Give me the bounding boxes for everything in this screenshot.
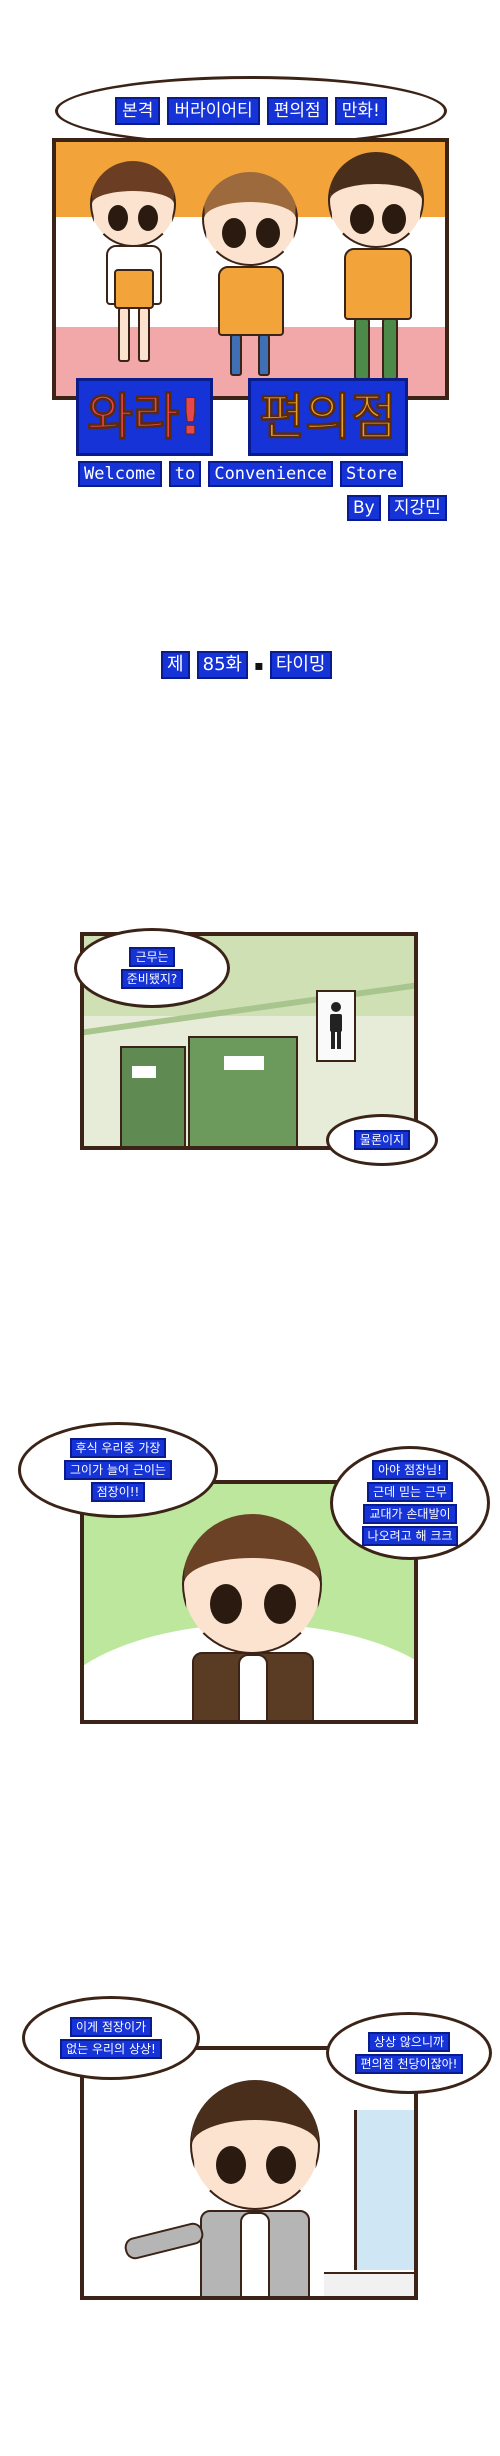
character-head xyxy=(190,2080,320,2210)
tagline-bubble: 본격 버라이어티 편의점 만화! xyxy=(55,76,447,146)
panel-1-bubble-1: 근무는 준비됐지? xyxy=(74,928,230,1008)
panel-3-bubble-left: 이게 점장이가 없는 우리의 상상! xyxy=(22,1996,200,2080)
eye xyxy=(266,2146,296,2184)
eye xyxy=(216,2146,246,2184)
door xyxy=(120,1046,186,1146)
episode-name: 타이밍 xyxy=(269,651,332,679)
dialogue-line: 준비됐지? xyxy=(120,969,184,989)
dialogue-line: 교대가 손대발이 xyxy=(363,1504,457,1524)
shirt xyxy=(240,2212,270,2296)
cover-illustration xyxy=(52,138,449,400)
dialogue-line: 그이가 늘어 근이는 xyxy=(64,1460,172,1480)
door xyxy=(188,1036,298,1146)
character-boy xyxy=(318,152,438,396)
tagline-word: 본격 xyxy=(115,97,161,125)
dialogue-line: 아야 점장님! xyxy=(372,1460,448,1480)
subtitle-word: Welcome xyxy=(78,461,162,487)
tagline-word: 만화! xyxy=(334,97,387,125)
subtitle-word: Store xyxy=(340,461,404,487)
leg xyxy=(258,334,270,376)
character-body xyxy=(218,266,284,336)
leg xyxy=(118,307,130,362)
byline: By 지강민 xyxy=(346,494,448,522)
dialogue-line: 상상 않으니까 xyxy=(367,2032,451,2052)
dialogue-line: 없는 우리의 상상! xyxy=(60,2039,162,2059)
subtitle-word: to xyxy=(168,461,202,487)
dialogue-line: 편의점 천당이잖아! xyxy=(354,2054,464,2074)
tagline-word: 버라이어티 xyxy=(167,97,260,125)
leg xyxy=(230,334,242,376)
dialogue-line: 이게 점장이가 xyxy=(69,2017,153,2037)
window xyxy=(354,2110,414,2270)
episode-title: 제 85화 ▪ 타이밍 xyxy=(160,650,333,680)
apron xyxy=(114,269,154,309)
character-body xyxy=(344,248,412,320)
dialogue-line: 나오려고 해 크크 xyxy=(361,1526,459,1546)
man-icon xyxy=(330,1002,342,1049)
dialogue-line: 후식 우리중 가장 xyxy=(69,1438,167,1458)
character-head xyxy=(202,172,298,266)
restroom-sign xyxy=(316,990,356,1062)
leg xyxy=(354,318,370,380)
character-boy xyxy=(168,1504,338,1720)
subtitle: Welcome to Convenience Store xyxy=(77,460,404,488)
eye xyxy=(108,205,128,231)
shirt xyxy=(238,1654,268,1720)
character-head xyxy=(90,161,176,247)
eye xyxy=(382,204,406,234)
episode-prefix: 제 xyxy=(161,651,190,679)
subtitle-word: Convenience xyxy=(208,461,333,487)
byline-by: By xyxy=(347,495,381,521)
eye xyxy=(256,218,280,248)
eye xyxy=(350,204,374,234)
leg xyxy=(138,307,150,362)
byline-author: 지강민 xyxy=(387,495,447,521)
character-girl xyxy=(86,157,196,396)
panel-2-bubble-left: 후식 우리중 가장 그이가 늘어 근이는 점장이!! xyxy=(18,1422,218,1518)
door-window xyxy=(132,1066,156,1078)
dialogue-line: 점장이!! xyxy=(90,1482,146,1502)
character-head xyxy=(182,1514,322,1654)
eye xyxy=(264,1584,296,1624)
episode-number: 85화 xyxy=(196,651,249,679)
leg xyxy=(382,318,398,380)
dialogue-line: 물론이지 xyxy=(353,1130,411,1150)
eye xyxy=(210,1584,242,1624)
comic-title: 와라! 편의점 xyxy=(76,378,422,456)
panel-2-bubble-right: 아야 점장님! 근데 믿는 근무 교대가 손대발이 나오려고 해 크크 xyxy=(330,1446,490,1560)
eye xyxy=(222,218,246,248)
character-head xyxy=(328,152,424,248)
title-part-2: 편의점 xyxy=(248,378,408,456)
panel-1-bubble-2: 물론이지 xyxy=(326,1114,438,1166)
door-window xyxy=(224,1056,264,1070)
tagline-word: 편의점 xyxy=(266,97,328,125)
cover: 본격 버라이어티 편의점 만화! 와라! 편의점 Welcome to Conv… xyxy=(0,0,500,540)
panel-3-bubble-right: 상상 않으니까 편의점 천당이잖아! xyxy=(326,2012,492,2094)
character-middle xyxy=(196,172,316,396)
dialogue-line: 근무는 xyxy=(129,947,175,967)
character-man xyxy=(170,2070,340,2296)
dialogue-line: 근데 믿는 근무 xyxy=(367,1482,453,1502)
eye xyxy=(138,205,158,231)
episode-separator: ▪ xyxy=(254,658,264,674)
title-part-1: 와라! xyxy=(76,378,213,456)
